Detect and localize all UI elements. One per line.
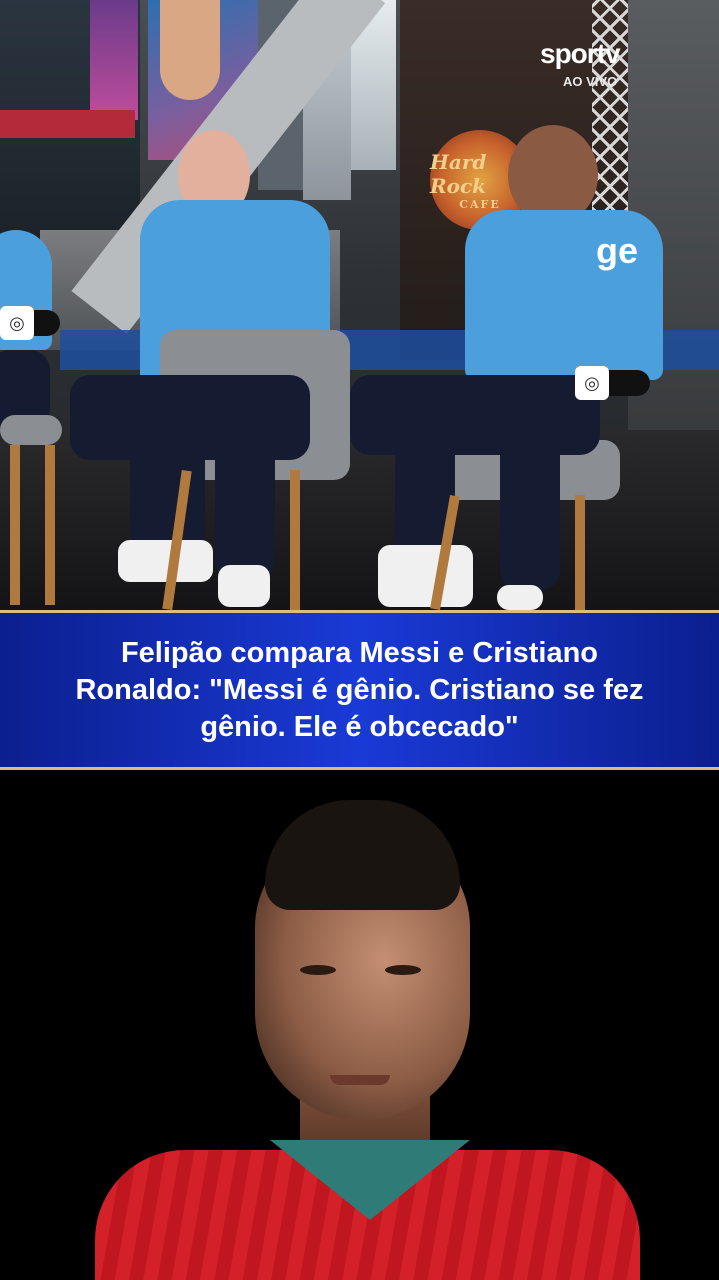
- shoe: [218, 565, 270, 607]
- portrait-photo: [0, 770, 719, 1280]
- building-sign-bar: [0, 110, 135, 138]
- shoe: [497, 585, 543, 610]
- caption-band: Felipão compara Messi e Cristiano Ronald…: [0, 610, 719, 770]
- portrait-hair: [265, 800, 460, 910]
- microphone-right: ◎: [575, 366, 650, 400]
- shoe: [378, 545, 473, 607]
- ge-logo: ge: [596, 230, 639, 271]
- portrait-mouth: [330, 1075, 390, 1085]
- portrait-eye: [300, 965, 336, 975]
- microphone-left: ◎: [0, 306, 60, 340]
- headline-caption: Felipão compara Messi e Cristiano Ronald…: [75, 636, 644, 743]
- stool-leg: [10, 445, 20, 605]
- legs: [500, 420, 560, 590]
- globo-icon: ◎: [0, 306, 34, 340]
- stool-leg: [575, 495, 585, 610]
- live-label: AO VIVO: [563, 74, 618, 89]
- billboard-screen: [90, 0, 138, 120]
- stool-leg: [45, 445, 55, 605]
- legs: [350, 375, 600, 455]
- interview-video-frame: Hard Rock CAFE ◎ ◎ sportv AO VIVO ge: [0, 0, 719, 610]
- portrait-eye: [385, 965, 421, 975]
- legs: [215, 420, 275, 580]
- sign-bottom-text: CAFE: [459, 197, 501, 211]
- jersey-collar: [270, 1140, 470, 1220]
- billboard-face: [160, 0, 220, 100]
- globo-icon: ◎: [575, 366, 609, 400]
- metal-truss: [592, 0, 628, 230]
- sportv-logo: sportv: [540, 38, 621, 69]
- shoe: [118, 540, 213, 582]
- stool-seat: [0, 415, 62, 445]
- stool-leg: [290, 470, 300, 610]
